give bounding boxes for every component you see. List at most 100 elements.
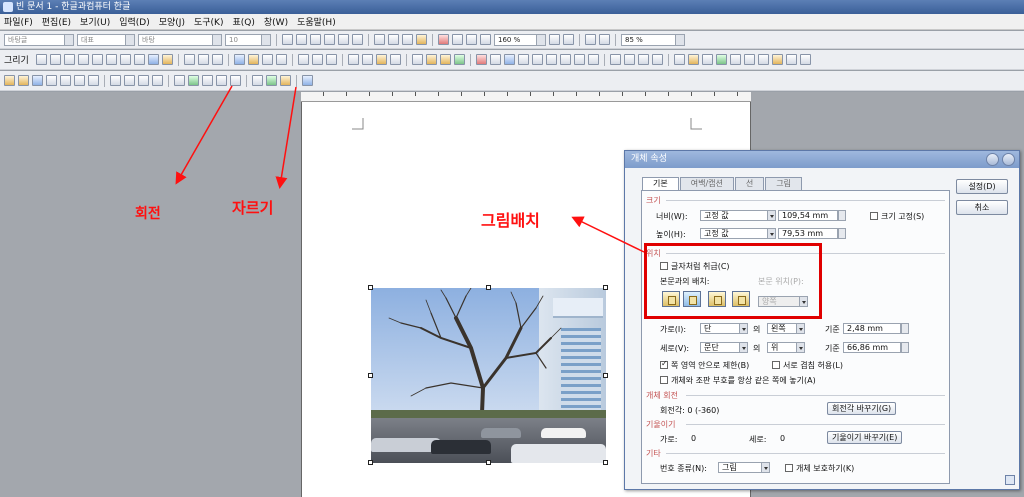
redo-icon[interactable] — [517, 54, 529, 65]
dropdown-icon[interactable] — [767, 228, 776, 239]
flip-horizontal-icon[interactable] — [202, 75, 213, 86]
dropdown-icon[interactable] — [761, 462, 770, 473]
draw-label[interactable]: 그리기 — [4, 53, 29, 66]
resize-handle[interactable] — [368, 373, 373, 378]
menu-table[interactable]: 표(Q) — [232, 15, 254, 28]
subscript-icon[interactable] — [338, 34, 349, 45]
send-back-icon[interactable] — [361, 54, 373, 65]
textbox-icon[interactable] — [147, 54, 159, 65]
brightness-down-icon[interactable] — [60, 75, 71, 86]
polygon-icon[interactable] — [91, 54, 103, 65]
bw-icon[interactable] — [124, 75, 135, 86]
grayscale-icon[interactable] — [110, 75, 121, 86]
insert-picture-icon[interactable] — [687, 54, 699, 65]
tab-line[interactable]: 선 — [734, 177, 765, 190]
resize-handle[interactable] — [368, 285, 373, 290]
picture-properties-icon[interactable] — [266, 75, 277, 86]
spacing-down-icon[interactable] — [563, 34, 574, 45]
menu-view[interactable]: 보기(U) — [80, 15, 110, 28]
insert-char-icon[interactable] — [729, 54, 741, 65]
freehand-icon[interactable] — [119, 54, 131, 65]
line-spacing-combo[interactable]: 160 % — [494, 33, 546, 46]
close-icon[interactable] — [1002, 153, 1015, 166]
tab-basic[interactable]: 기본 — [642, 177, 679, 191]
menu-edit[interactable]: 편집(E) — [42, 15, 71, 28]
width-spinner[interactable] — [838, 210, 846, 221]
contrast-down-icon[interactable] — [88, 75, 99, 86]
save-icon[interactable] — [453, 54, 465, 65]
selected-picture[interactable] — [371, 288, 606, 463]
arc-icon[interactable] — [77, 54, 89, 65]
insert-chart-icon[interactable] — [715, 54, 727, 65]
format-painter-icon[interactable] — [587, 54, 599, 65]
dropdown-icon[interactable] — [739, 342, 748, 353]
change-skew-button[interactable]: 기울이기 바꾸기(E) — [827, 431, 903, 444]
resize-handle[interactable] — [486, 460, 491, 465]
highlight-icon[interactable] — [416, 34, 427, 45]
line-icon[interactable] — [35, 54, 47, 65]
spell-check-icon[interactable] — [609, 54, 621, 65]
image-icon[interactable] — [375, 54, 387, 65]
menu-tools[interactable]: 도구(K) — [194, 15, 224, 28]
bring-front-icon[interactable] — [347, 54, 359, 65]
height-spinner[interactable] — [838, 228, 846, 239]
contrast-up-icon[interactable] — [74, 75, 85, 86]
style2-combo[interactable]: 대표 — [77, 33, 135, 46]
fill-color-icon[interactable] — [247, 54, 259, 65]
connector-icon[interactable] — [133, 54, 145, 65]
bullet-list-icon[interactable] — [585, 34, 596, 45]
resize-handle[interactable] — [603, 373, 608, 378]
horizontal-ruler[interactable] — [301, 92, 751, 102]
font-combo[interactable]: 바탕 — [138, 33, 222, 46]
find-icon[interactable] — [531, 54, 543, 65]
mirror-icon[interactable] — [230, 75, 241, 86]
horizontal-offset-input[interactable]: 2,48 mm — [843, 323, 901, 334]
rotate-free-icon[interactable] — [174, 75, 185, 86]
menu-help[interactable]: 도움말(H) — [297, 15, 336, 28]
height-mode-select[interactable]: 고정 값 — [700, 228, 776, 239]
spacing-up-icon[interactable] — [549, 34, 560, 45]
italic-icon[interactable] — [296, 34, 307, 45]
align-objects-icon[interactable] — [389, 54, 401, 65]
vertical-offset-input[interactable]: 66,86 mm — [843, 342, 901, 353]
arrow-style-icon[interactable] — [325, 54, 337, 65]
arrange-icon[interactable] — [275, 54, 287, 65]
align-justify-icon[interactable] — [438, 34, 449, 45]
ellipse-icon[interactable] — [63, 54, 75, 65]
resize-handle[interactable] — [603, 460, 608, 465]
folder-icon[interactable] — [439, 54, 451, 65]
rectangle-icon[interactable] — [49, 54, 61, 65]
menu-file[interactable]: 파일(F) — [4, 15, 33, 28]
resize-handle[interactable] — [603, 285, 608, 290]
picture-reset-icon[interactable] — [280, 75, 291, 86]
select-icon[interactable] — [183, 54, 195, 65]
undo-icon[interactable] — [503, 54, 515, 65]
group-icon[interactable] — [211, 54, 223, 65]
tab-picture[interactable]: 그림 — [765, 177, 802, 190]
ok-button[interactable]: 설정(D) — [956, 179, 1008, 194]
picture-folder-icon[interactable] — [18, 75, 29, 86]
brightness-up-icon[interactable] — [46, 75, 57, 86]
picture-icon[interactable] — [161, 54, 173, 65]
protect-object-checkbox[interactable] — [785, 464, 793, 472]
picture-save-icon[interactable] — [302, 75, 313, 86]
equation-icon[interactable] — [743, 54, 755, 65]
picture-effect-icon[interactable] — [32, 75, 43, 86]
print-icon[interactable] — [475, 54, 487, 65]
underline-icon[interactable] — [310, 34, 321, 45]
format2-icon[interactable] — [388, 34, 399, 45]
menu-format[interactable]: 모양(J) — [159, 15, 185, 28]
bold-icon[interactable] — [282, 34, 293, 45]
flip-vertical-icon[interactable] — [216, 75, 227, 86]
dash-style-icon[interactable] — [311, 54, 323, 65]
menu-window[interactable]: 창(W) — [264, 15, 288, 28]
preview-icon[interactable] — [489, 54, 501, 65]
allow-overlap-checkbox[interactable] — [772, 361, 780, 369]
align-left-icon[interactable] — [452, 34, 463, 45]
resize-grip-icon[interactable] — [1005, 475, 1015, 485]
insert-table-icon[interactable] — [701, 54, 713, 65]
limit-page-checkbox[interactable] — [660, 359, 668, 369]
memo-icon[interactable] — [651, 54, 663, 65]
paste-icon[interactable] — [573, 54, 585, 65]
dictionary-icon[interactable] — [623, 54, 635, 65]
